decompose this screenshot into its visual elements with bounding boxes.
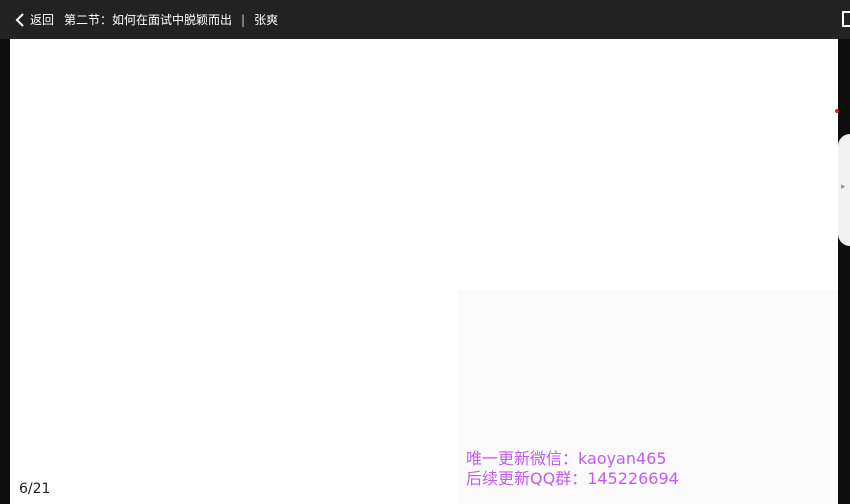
chevron-right-icon: ▸ [841, 182, 846, 192]
watermark-line-2: 后续更新QQ群：145226694 [466, 469, 679, 488]
watermark-text: 唯一更新微信：kaoyan465 后续更新QQ群：145226694 [466, 449, 679, 489]
back-label: 返回 [30, 13, 55, 27]
title-area: 第二节：如何在面试中脱颖而出 | 张爽 [64, 11, 278, 28]
video-stage: 6/21 唯一更新微信：kaoyan465 后续更新QQ群：145226694 … [0, 39, 850, 504]
watermark-line-1: 唯一更新微信：kaoyan465 [466, 449, 667, 468]
title-divider: | [241, 12, 246, 27]
window-icon[interactable] [842, 11, 850, 27]
side-panel-toggle[interactable]: ▸ [838, 134, 850, 246]
top-bar: 返回 第二节：如何在面试中脱颖而出 | 张爽 [0, 0, 850, 39]
chevron-left-icon [15, 12, 24, 27]
teacher-name: 张爽 [254, 13, 279, 27]
lesson-title: 第二节：如何在面试中脱颖而出 [64, 13, 233, 27]
back-button[interactable]: 返回 [14, 11, 54, 28]
page-indicator: 6/21 [19, 481, 51, 497]
red-marker-dot [835, 109, 839, 113]
slide-canvas: 6/21 唯一更新微信：kaoyan465 后续更新QQ群：145226694 [10, 39, 838, 504]
